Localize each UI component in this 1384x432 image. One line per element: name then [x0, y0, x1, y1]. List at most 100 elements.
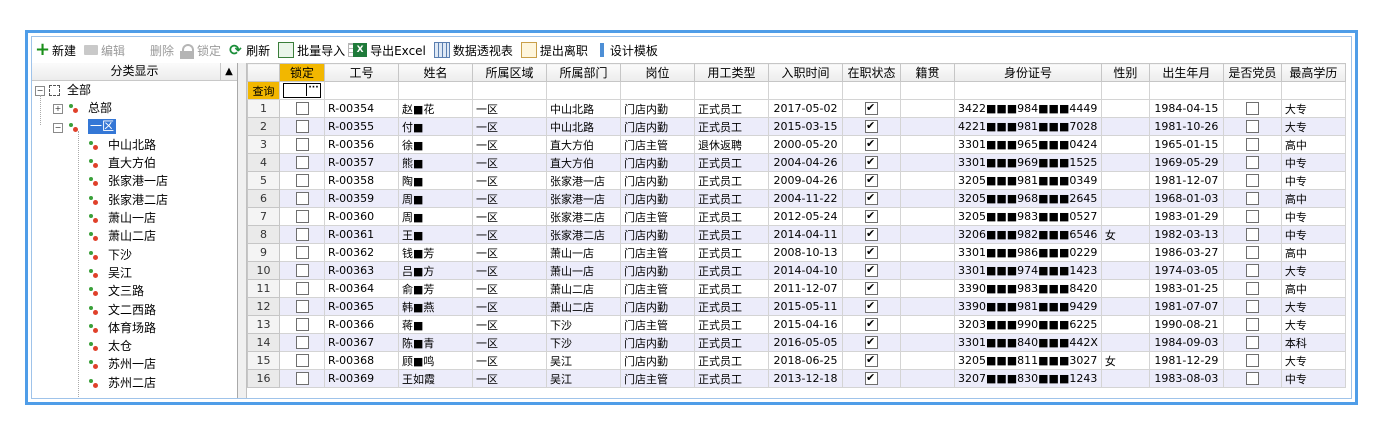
active-checkbox[interactable]	[865, 192, 878, 206]
cell-native[interactable]	[900, 153, 955, 172]
cell-date[interactable]: 2017-05-02	[768, 99, 843, 118]
cell-party[interactable]	[1222, 135, 1282, 154]
cell-sex[interactable]	[1100, 333, 1150, 352]
cell-type[interactable]: 正式员工	[694, 243, 769, 262]
cell-active[interactable]	[842, 153, 901, 172]
lock-cell[interactable]	[279, 207, 325, 226]
cell-edu[interactable]: 高中	[1280, 279, 1346, 298]
cell-active[interactable]	[842, 279, 901, 298]
cell-idno[interactable]: 3207■■■830■■■1243	[954, 369, 1102, 388]
cell-sex[interactable]	[1100, 207, 1150, 226]
cell-edu[interactable]: 大专	[1280, 351, 1346, 370]
table-row[interactable]: 14 R-00367陈■青一区下沙门店内勤正式员工2016-05-05 3301■■…	[247, 333, 1346, 352]
cell-name[interactable]: 周■	[398, 207, 473, 226]
cell-region[interactable]: 一区	[472, 315, 547, 334]
cell-idno[interactable]: 3301■■■974■■■1423	[954, 261, 1102, 280]
cell-edu[interactable]: 中专	[1280, 153, 1346, 172]
cell-region[interactable]: 一区	[472, 279, 547, 298]
tree-node-store[interactable]: 萧山一店	[32, 209, 237, 227]
cell-date[interactable]: 2016-05-05	[768, 333, 843, 352]
cell-birth[interactable]: 1990-08-21	[1148, 315, 1224, 334]
delete-button[interactable]: 删除	[133, 39, 363, 61]
cell-party[interactable]	[1222, 225, 1282, 244]
lock-checkbox[interactable]	[295, 336, 309, 350]
party-checkbox[interactable]	[1245, 300, 1259, 314]
cell-native[interactable]	[900, 117, 955, 136]
query-cell[interactable]: ···	[279, 81, 325, 100]
lock-checkbox[interactable]	[295, 246, 309, 260]
cell-birth[interactable]: 1981-10-26	[1148, 117, 1224, 136]
lock-cell[interactable]	[279, 279, 325, 298]
column-header[interactable]: 出生年月	[1148, 63, 1224, 82]
cell-native[interactable]	[900, 369, 955, 388]
cell-edu[interactable]: 中专	[1280, 369, 1346, 388]
tree-node-hq[interactable]: + 总部	[32, 99, 237, 117]
column-header[interactable]: 用工类型	[694, 63, 769, 82]
cell-dept[interactable]: 吴江	[546, 369, 621, 388]
cell-post[interactable]: 门店内勤	[620, 351, 695, 370]
cell-idno[interactable]: 3301■■■840■■■442X	[954, 333, 1102, 352]
tree-node-store[interactable]: 体育场路	[32, 319, 237, 337]
cell-idno[interactable]: 3390■■■981■■■9429	[954, 297, 1102, 316]
cell-date[interactable]: 2014-04-11	[768, 225, 843, 244]
lock-cell[interactable]	[279, 189, 325, 208]
cell-name[interactable]: 赵■花	[398, 99, 473, 118]
cell-party[interactable]	[1222, 189, 1282, 208]
cell-native[interactable]	[900, 225, 955, 244]
expand-icon[interactable]: +	[53, 104, 63, 115]
cell-date[interactable]: 2009-04-26	[768, 171, 843, 190]
cell-region[interactable]: 一区	[472, 225, 547, 244]
column-header[interactable]: 姓名	[398, 63, 473, 82]
cell-native[interactable]	[900, 351, 955, 370]
table-row[interactable]: 15 R-00368顾■鸣一区吴江门店内勤正式员工2018-06-25 3205■■…	[247, 351, 1346, 370]
cell-region[interactable]: 一区	[472, 333, 547, 352]
cell-type[interactable]: 正式员工	[694, 99, 769, 118]
table-row[interactable]: 8 R-00361王■一区张家港二店门店内勤正式员工2014-04-11 3206■…	[247, 225, 1346, 244]
column-header[interactable]: 身份证号	[954, 63, 1102, 82]
tree-node-store[interactable]: 张家港二店	[32, 191, 237, 209]
cell-party[interactable]	[1222, 297, 1282, 316]
cell-type[interactable]: 正式员工	[694, 279, 769, 298]
cell-sex[interactable]	[1100, 171, 1150, 190]
cell-type[interactable]: 正式员工	[694, 333, 769, 352]
cell-sex[interactable]	[1100, 315, 1150, 334]
cell-dept[interactable]: 萧山一店	[546, 243, 621, 262]
cell-edu[interactable]: 大专	[1280, 297, 1346, 316]
cell-dept[interactable]: 中山北路	[546, 99, 621, 118]
query-cell[interactable]	[546, 81, 621, 100]
cell-party[interactable]	[1222, 243, 1282, 262]
cell-idno[interactable]: 3422■■■984■■■4449	[954, 99, 1102, 118]
party-checkbox[interactable]	[1245, 138, 1259, 152]
party-checkbox[interactable]	[1245, 282, 1259, 296]
cell-post[interactable]: 门店内勤	[620, 333, 695, 352]
active-checkbox[interactable]	[865, 138, 878, 152]
cell-idno[interactable]: 3205■■■811■■■3027	[954, 351, 1102, 370]
cell-birth[interactable]: 1986-03-27	[1148, 243, 1224, 262]
cell-id[interactable]: R-00361	[324, 225, 399, 244]
cell-date[interactable]: 2014-04-10	[768, 261, 843, 280]
cell-birth[interactable]: 1969-05-29	[1148, 153, 1224, 172]
party-checkbox[interactable]	[1245, 372, 1259, 386]
lock-checkbox[interactable]	[295, 354, 309, 368]
cell-sex[interactable]	[1100, 369, 1150, 388]
query-input[interactable]: ···	[283, 83, 321, 98]
cell-sex[interactable]	[1100, 99, 1150, 118]
cell-date[interactable]: 2018-06-25	[768, 351, 843, 370]
tree-node-store[interactable]: 直大方伯	[32, 154, 237, 172]
cell-id[interactable]: R-00356	[324, 135, 399, 154]
collapse-up-icon[interactable]: ▲	[220, 63, 237, 80]
cell-edu[interactable]: 高中	[1280, 243, 1346, 262]
cell-active[interactable]	[842, 369, 901, 388]
lock-checkbox[interactable]	[295, 228, 309, 242]
cell-date[interactable]: 2015-05-11	[768, 297, 843, 316]
cell-active[interactable]	[842, 297, 901, 316]
active-checkbox[interactable]	[865, 318, 878, 332]
tree-node-all[interactable]: − 全部	[32, 81, 237, 99]
cell-edu[interactable]: 高中	[1280, 135, 1346, 154]
tree-node-store[interactable]: 萧山二店	[32, 227, 237, 245]
splitter[interactable]	[238, 63, 247, 398]
tree-node-store[interactable]: 文三路	[32, 282, 237, 300]
cell-dept[interactable]: 直大方伯	[546, 153, 621, 172]
cell-date[interactable]: 2000-05-20	[768, 135, 843, 154]
cell-name[interactable]: 钱■芳	[398, 243, 473, 262]
